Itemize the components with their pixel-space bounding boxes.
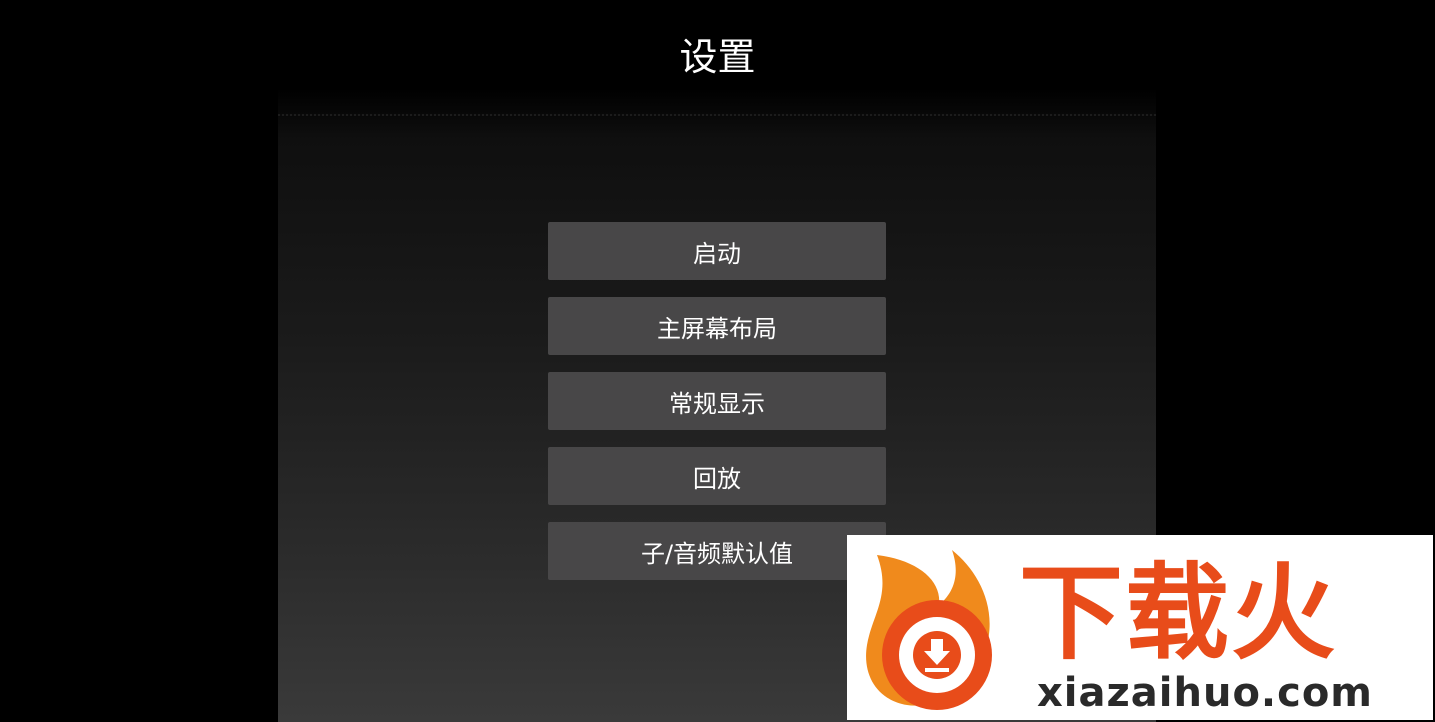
menu-item-startup[interactable]: 启动 (548, 222, 886, 280)
flame-download-logo-icon (866, 550, 992, 710)
watermark-url: xiazaihuo.com (1037, 670, 1373, 716)
panel-divider (278, 114, 1156, 116)
menu-item-subtitle-audio-defaults[interactable]: 子/音频默认值 (548, 522, 886, 580)
menu-item-playback[interactable]: 回放 (548, 447, 886, 505)
watermark-brand: 下载火 (1019, 552, 1338, 674)
watermark-banner: 下载火 xiazaihuo.com (847, 535, 1433, 720)
menu-item-general-display[interactable]: 常规显示 (548, 372, 886, 430)
page-title: 设置 (679, 35, 756, 79)
menu-item-home-screen-layout[interactable]: 主屏幕布局 (548, 297, 886, 355)
settings-menu: 启动 主屏幕布局 常规显示 回放 子/音频默认值 (548, 222, 886, 597)
settings-screen: 设置 启动 主屏幕布局 常规显示 回放 子/音频默认值 下载火 xiazaihu… (0, 0, 1435, 722)
